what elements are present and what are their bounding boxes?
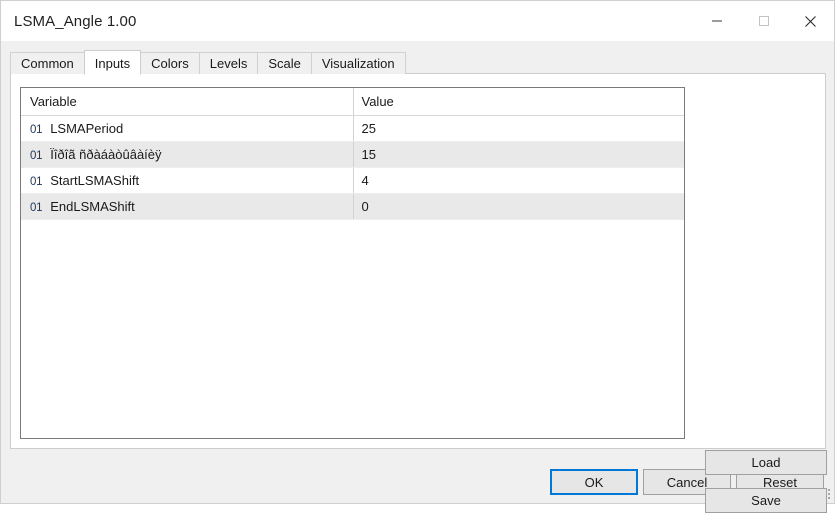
inputs-table-container[interactable]: Variable Value 01 LSMAPeriod 25 01 Ïîðîã ñ… <box>20 87 685 439</box>
table-row[interactable]: 01 LSMAPeriod 25 <box>21 115 684 142</box>
column-header-value[interactable]: Value <box>352 88 684 116</box>
tab-inputs[interactable]: Inputs <box>83 50 142 75</box>
dialog-window: LSMA_Angle 1.00 Common Inputs Colors Lev… <box>0 0 835 513</box>
row-value-cell[interactable]: 4 <box>352 167 684 194</box>
row-variable-cell[interactable]: 01 LSMAPeriod <box>21 115 353 142</box>
title-bar: LSMA_Angle 1.00 <box>1 1 834 41</box>
row-value-cell[interactable]: 0 <box>352 193 684 220</box>
tab-colors[interactable]: Colors <box>140 52 200 74</box>
input-number-icon: 01 <box>30 124 43 136</box>
tab-scale[interactable]: Scale <box>257 52 312 74</box>
maximize-button[interactable] <box>740 1 787 41</box>
row-variable-cell[interactable]: 01 Ïîðîã ñðàáàòûâàíèÿ <box>21 141 353 168</box>
table-row[interactable]: 01 EndLSMAShift 0 <box>21 193 684 220</box>
table-header-row: Variable Value <box>21 88 684 116</box>
table-row[interactable]: 01 StartLSMAShift 4 <box>21 167 684 194</box>
variable-name: EndLSMAShift <box>50 199 135 214</box>
row-variable-cell[interactable]: 01 StartLSMAShift <box>21 167 353 194</box>
save-button[interactable]: Save <box>705 488 827 513</box>
inputs-panel: Variable Value 01 LSMAPeriod 25 01 Ïîðîã ñ… <box>10 73 827 513</box>
tab-levels[interactable]: Levels <box>198 52 259 74</box>
inputs-table: Variable Value 01 LSMAPeriod 25 01 Ïîðîã ñ… <box>21 88 684 220</box>
load-button[interactable]: Load <box>705 450 827 475</box>
tab-strip: Common Inputs Colors Levels Scale Visual… <box>10 49 406 75</box>
table-row[interactable]: 01 Ïîðîã ñðàáàòûâàíèÿ 15 <box>21 141 684 168</box>
variable-name: StartLSMAShift <box>50 173 140 188</box>
window-title: LSMA_Angle 1.00 <box>14 12 137 30</box>
maximize-icon <box>758 16 769 26</box>
window-controls <box>693 1 834 41</box>
variable-name: LSMAPeriod <box>50 121 124 136</box>
tab-visualization[interactable]: Visualization <box>310 52 406 74</box>
input-number-icon: 01 <box>30 150 43 162</box>
close-icon <box>805 15 816 27</box>
ok-button[interactable]: OK <box>550 469 638 495</box>
close-button[interactable] <box>787 1 834 41</box>
row-variable-cell[interactable]: 01 EndLSMAShift <box>21 193 353 220</box>
variable-name: Ïîðîã ñðàáàòûâàíèÿ <box>50 147 162 162</box>
row-value-cell[interactable]: 15 <box>352 141 684 168</box>
input-number-icon: 01 <box>30 176 43 188</box>
tab-common[interactable]: Common <box>10 52 85 74</box>
minimize-icon <box>711 20 722 22</box>
row-value-cell[interactable]: 25 <box>352 115 684 142</box>
minimize-button[interactable] <box>693 1 740 41</box>
column-header-variable[interactable]: Variable <box>21 88 353 116</box>
input-number-icon: 01 <box>30 202 43 214</box>
